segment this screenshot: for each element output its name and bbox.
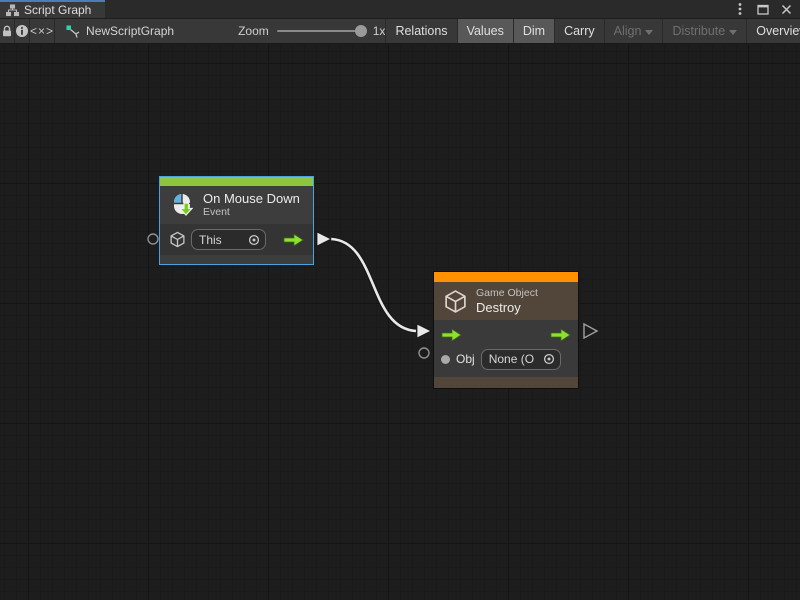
maximize-icon[interactable] (755, 1, 771, 17)
event-node-header: On Mouse Down Event (160, 186, 313, 224)
node-destroy[interactable]: Game Object Destroy (433, 271, 579, 389)
lock-icon[interactable] (0, 19, 15, 43)
tab-script-graph[interactable]: Script Graph (0, 0, 105, 18)
info-icon[interactable] (15, 19, 30, 43)
tab-title: Script Graph (24, 3, 91, 17)
connection-start-arrow (317, 232, 331, 246)
zoom-value: 1x (373, 24, 386, 38)
chevron-down-icon (729, 30, 737, 35)
hierarchy-icon (6, 4, 19, 17)
distribute-button[interactable]: Distribute (662, 19, 746, 43)
target-value-field[interactable]: This (191, 229, 266, 250)
target-value-text: This (199, 233, 222, 247)
graph-name: NewScriptGraph (86, 24, 174, 38)
obj-port-label: Obj (456, 352, 475, 366)
graph-toolbar: <×> NewScriptGraph Zoom 1x Relations Val… (0, 19, 800, 44)
target-icon[interactable] (543, 353, 555, 365)
graph-icon (65, 24, 80, 39)
relations-button[interactable]: Relations (385, 19, 456, 43)
event-accent-strip (160, 177, 313, 186)
values-button[interactable]: Values (457, 19, 513, 43)
destroy-obj-outer-port[interactable] (419, 348, 429, 358)
connection-end-arrow (417, 324, 431, 338)
node-title: Destroy (476, 300, 538, 315)
zoom-control: Zoom 1x (238, 19, 385, 43)
node-category: Game Object (476, 287, 538, 300)
zoom-slider[interactable] (277, 30, 365, 32)
node-subtitle: Event (203, 206, 300, 219)
obj-value-field[interactable]: None (O (481, 349, 561, 370)
obj-value-text: None (O (489, 352, 534, 366)
tab-bar: Script Graph (0, 0, 800, 19)
destroy-accent-strip (434, 272, 578, 282)
mouse-down-icon (169, 192, 195, 218)
destroy-node-header: Game Object Destroy (434, 282, 578, 320)
toolbar-buttons: Relations Values Dim Carry Align Distrib… (385, 19, 800, 43)
node-on-mouse-down[interactable]: On Mouse Down Event This (159, 176, 314, 265)
zoom-slider-handle[interactable] (355, 25, 367, 37)
script-graph-window: Script Graph (0, 0, 800, 600)
carry-button[interactable]: Carry (554, 19, 604, 43)
tabbar-spacer (105, 0, 732, 18)
target-icon[interactable] (248, 234, 260, 246)
code-icon[interactable]: <×> (30, 19, 55, 43)
cube-icon (169, 231, 186, 248)
flow-output-port[interactable] (550, 328, 571, 342)
destroy-flow-continuation-icon[interactable] (584, 324, 597, 338)
code-glyph: <×> (30, 24, 54, 38)
event-target-outer-port[interactable] (148, 234, 158, 244)
close-icon[interactable] (778, 1, 794, 17)
node-title: On Mouse Down (203, 191, 300, 206)
cube-icon (443, 289, 468, 314)
destroy-node-ports: Obj None (O (434, 320, 578, 377)
obj-input-port[interactable] (441, 355, 450, 364)
kebab-menu-icon[interactable] (732, 1, 748, 17)
graph-breadcrumb[interactable]: NewScriptGraph (55, 19, 184, 43)
dim-button[interactable]: Dim (513, 19, 554, 43)
destroy-node-footer (434, 377, 578, 388)
overview-button[interactable]: Overview (746, 19, 800, 43)
flow-input-port[interactable] (441, 328, 462, 342)
graph-canvas[interactable]: On Mouse Down Event This (0, 45, 800, 600)
connection-layer (0, 45, 800, 600)
flow-output-port[interactable] (283, 233, 304, 247)
event-node-footer (160, 255, 313, 264)
zoom-label: Zoom (238, 24, 269, 38)
chevron-down-icon (645, 30, 653, 35)
event-node-ports: This (160, 224, 313, 255)
align-button[interactable]: Align (604, 19, 663, 43)
flow-connection[interactable] (317, 232, 431, 338)
